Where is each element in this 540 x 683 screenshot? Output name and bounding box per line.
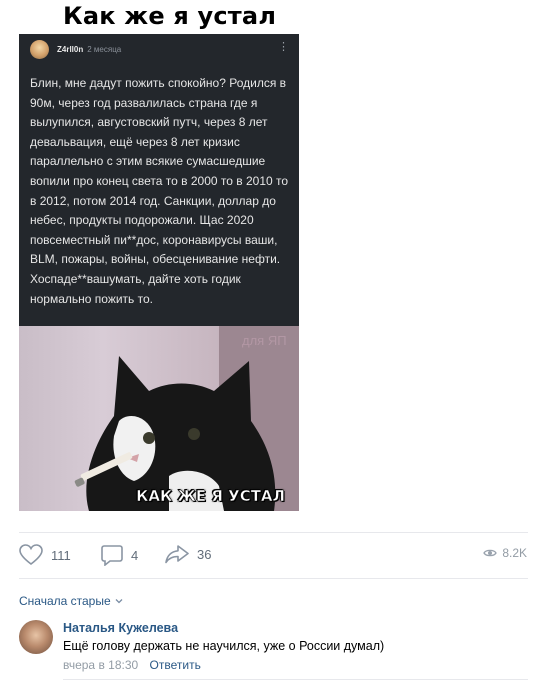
- sort-label: Сначала старые: [19, 594, 111, 608]
- divider-middle: [19, 578, 528, 579]
- like-button[interactable]: 111: [19, 544, 71, 566]
- screenshot-post-card: Z4rll0n 2 месяца ⋮ Блин, мне дадут пожит…: [19, 34, 299, 326]
- heart-icon: [19, 544, 43, 566]
- more-options-icon: ⋮: [278, 41, 289, 53]
- views-count: 8.2K: [502, 546, 527, 560]
- cat-photo: КАК ЖЕ Я УСТАЛ: [19, 326, 299, 511]
- watermark: для ЯП: [242, 333, 287, 348]
- card-header: Z4rll0n 2 месяца: [30, 40, 121, 59]
- views-counter: 8.2K: [483, 546, 527, 560]
- meme-caption: КАК ЖЕ Я УСТАЛ: [136, 487, 285, 506]
- share-icon: [165, 545, 189, 564]
- divider-bottom: [63, 679, 528, 680]
- comment-sort-dropdown[interactable]: Сначала старые: [19, 594, 123, 608]
- eye-icon: [483, 549, 498, 557]
- card-text: Блин, мне дадут пожить спокойно? Родился…: [30, 76, 289, 306]
- card-author: Z4rll0n: [57, 45, 84, 54]
- reply-button[interactable]: Ответить: [150, 658, 201, 672]
- chevron-down-icon: [115, 599, 123, 604]
- comment-button[interactable]: 4: [101, 544, 138, 566]
- share-count: 36: [197, 546, 212, 562]
- cat-illustration: [74, 326, 299, 511]
- meme-title: Как же я устал: [63, 2, 277, 30]
- like-count: 111: [51, 547, 71, 563]
- author-avatar: [30, 40, 49, 59]
- comment-meta: вчера в 18:30 Ответить: [63, 658, 201, 672]
- comment-icon: [101, 545, 123, 566]
- share-button[interactable]: 36: [165, 544, 211, 564]
- comment-count: 4: [131, 547, 139, 563]
- commenter-name[interactable]: Наталья Кужелева: [63, 621, 178, 635]
- commenter-avatar[interactable]: [19, 620, 53, 654]
- comment-text: Ещё голову держать не научился, уже о Ро…: [63, 639, 385, 653]
- divider-top: [19, 532, 528, 533]
- comment-time[interactable]: вчера в 18:30: [63, 658, 138, 672]
- card-time: 2 месяца: [87, 45, 122, 54]
